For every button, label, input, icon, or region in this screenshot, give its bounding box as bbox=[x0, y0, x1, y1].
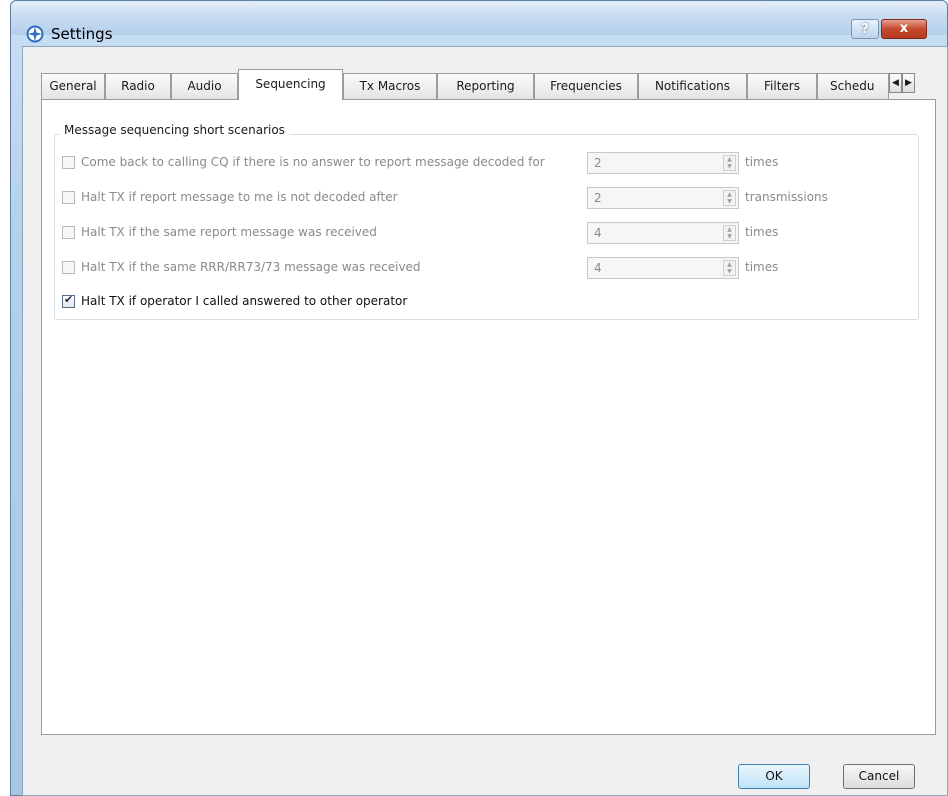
report-not-decoded-spinbox[interactable]: 2 ▲ ▼ bbox=[587, 187, 739, 209]
dialog-client-area: General Radio Audio Sequencing Tx Macros… bbox=[22, 46, 948, 796]
same-report-label: Halt TX if the same report message was r… bbox=[81, 225, 377, 239]
group-title: Message sequencing short scenarios bbox=[60, 123, 289, 137]
close-button[interactable]: x bbox=[881, 19, 927, 39]
tab-schedule[interactable]: Schedu bbox=[817, 73, 889, 99]
tab-radio[interactable]: Radio bbox=[105, 73, 171, 99]
same-rrr-checkbox[interactable] bbox=[62, 261, 75, 274]
scenario-row-report-not-decoded: Halt TX if report message to me is not d… bbox=[62, 187, 907, 209]
tab-bar: General Radio Audio Sequencing Tx Macros… bbox=[41, 69, 936, 100]
come-back-cq-spinbox[interactable]: 2 ▲ ▼ bbox=[587, 152, 739, 174]
help-button[interactable]: ? bbox=[851, 19, 879, 39]
tab-notifications[interactable]: Notifications bbox=[638, 73, 747, 99]
tab-reporting[interactable]: Reporting bbox=[437, 73, 534, 99]
app-icon bbox=[26, 25, 44, 43]
title-bar[interactable] bbox=[11, 1, 947, 35]
same-report-value: 4 bbox=[594, 226, 602, 240]
arrow-right-icon[interactable]: ▶ bbox=[902, 73, 915, 93]
same-rrr-label: Halt TX if the same RRR/RR73/73 message … bbox=[81, 260, 421, 274]
tab-general[interactable]: General bbox=[41, 73, 105, 99]
report-not-decoded-value: 2 bbox=[594, 191, 602, 205]
come-back-cq-checkbox[interactable] bbox=[62, 156, 75, 169]
report-not-decoded-checkbox[interactable] bbox=[62, 191, 75, 204]
same-rrr-unit: times bbox=[745, 260, 779, 274]
spin-arrows-icon[interactable]: ▲ ▼ bbox=[723, 260, 736, 276]
come-back-cq-label: Come back to calling CQ if there is no a… bbox=[81, 155, 545, 169]
tab-frequencies[interactable]: Frequencies bbox=[534, 73, 638, 99]
ok-button[interactable]: OK bbox=[738, 764, 810, 789]
same-report-unit: times bbox=[745, 225, 779, 239]
window-title: Settings bbox=[51, 25, 113, 43]
report-not-decoded-unit: transmissions bbox=[745, 190, 828, 204]
same-rrr-spinbox[interactable]: 4 ▲ ▼ bbox=[587, 257, 739, 279]
report-not-decoded-label: Halt TX if report message to me is not d… bbox=[81, 190, 398, 204]
scenario-row-same-rrr: Halt TX if the same RRR/RR73/73 message … bbox=[62, 257, 907, 279]
settings-window: Settings ? x General Radio Audio Sequenc… bbox=[10, 0, 948, 796]
same-rrr-value: 4 bbox=[594, 261, 602, 275]
scenario-row-operator-answered: Halt TX if operator I called answered to… bbox=[62, 291, 907, 313]
tab-tx-macros[interactable]: Tx Macros bbox=[343, 73, 437, 99]
operator-answered-label: Halt TX if operator I called answered to… bbox=[81, 294, 408, 308]
arrow-left-icon[interactable]: ◀ bbox=[889, 73, 902, 93]
tab-sequencing[interactable]: Sequencing bbox=[238, 69, 343, 100]
same-report-spinbox[interactable]: 4 ▲ ▼ bbox=[587, 222, 739, 244]
come-back-cq-unit: times bbox=[745, 155, 779, 169]
come-back-cq-value: 2 bbox=[594, 156, 602, 170]
sequencing-panel: Message sequencing short scenarios Come … bbox=[41, 99, 936, 735]
operator-answered-checkbox[interactable] bbox=[62, 293, 75, 308]
spin-arrows-icon[interactable]: ▲ ▼ bbox=[723, 155, 736, 171]
spin-arrows-icon[interactable]: ▲ ▼ bbox=[723, 190, 736, 206]
scenario-row-come-back-cq: Come back to calling CQ if there is no a… bbox=[62, 152, 907, 174]
spin-arrows-icon[interactable]: ▲ ▼ bbox=[723, 225, 736, 241]
cancel-button[interactable]: Cancel bbox=[843, 764, 915, 789]
scenario-row-same-report: Halt TX if the same report message was r… bbox=[62, 222, 907, 244]
tab-filters[interactable]: Filters bbox=[747, 73, 817, 99]
tab-audio[interactable]: Audio bbox=[171, 73, 238, 99]
same-report-checkbox[interactable] bbox=[62, 226, 75, 239]
